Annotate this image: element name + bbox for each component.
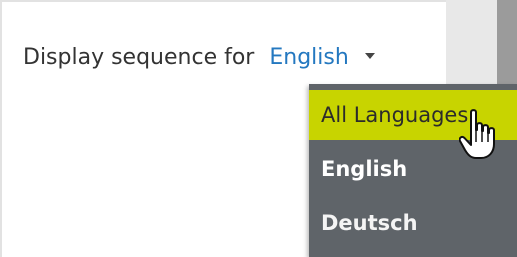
language-selector-value: English xyxy=(269,45,349,70)
display-sequence-label: Display sequence for xyxy=(23,45,255,70)
panel-left-border xyxy=(0,0,2,257)
hand-pointer-icon xyxy=(459,109,495,159)
settings-panel: Display sequence for English All Languag… xyxy=(0,0,517,257)
display-sequence-row: Display sequence for English xyxy=(23,42,375,74)
menu-item-english[interactable]: English xyxy=(309,144,407,194)
panel-top-border xyxy=(0,0,517,2)
caret-down-icon xyxy=(364,53,375,59)
language-selector[interactable]: English xyxy=(269,45,375,70)
menu-item-deutsch[interactable]: Deutsch xyxy=(309,198,418,248)
